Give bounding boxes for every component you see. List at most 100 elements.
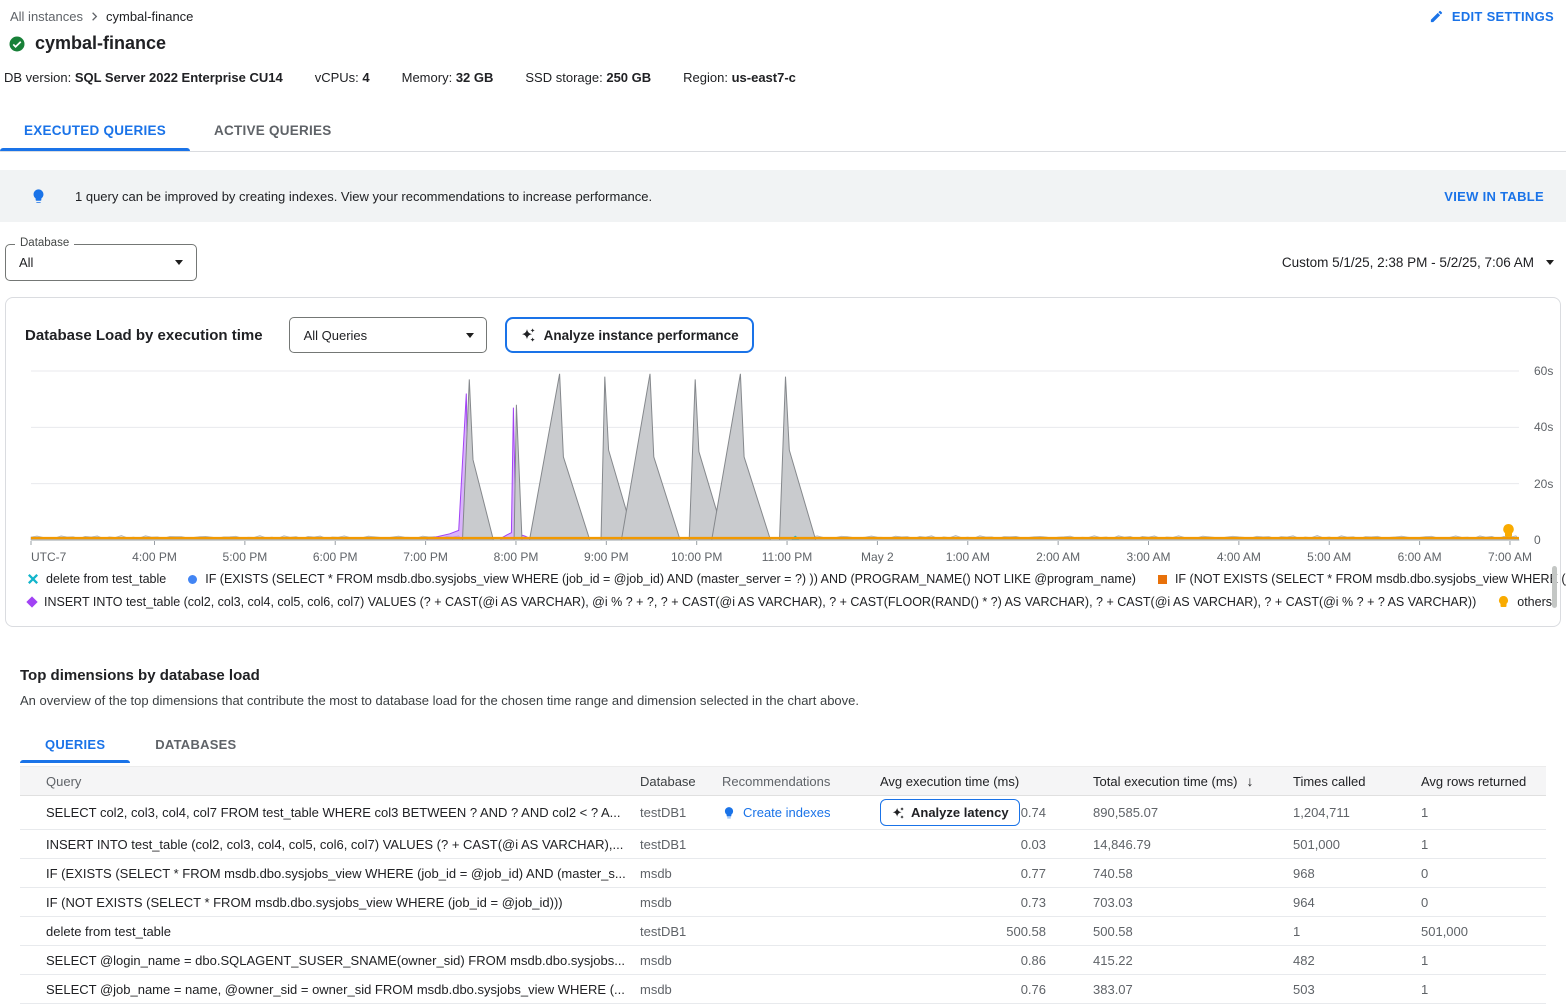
legend-item-delete[interactable]: delete from test_table — [28, 572, 166, 586]
col-query[interactable]: Query — [20, 774, 640, 789]
x-tick-label: 5:00 AM — [1307, 550, 1351, 564]
tab-queries[interactable]: QUERIES — [20, 728, 130, 763]
x-tick-label: 4:00 AM — [1217, 550, 1261, 564]
avg-ms-value: 0.74 — [1021, 805, 1046, 820]
table-row[interactable]: SELECT @job_name = name, @owner_sid = ow… — [20, 975, 1546, 1004]
x-tick-label: 6:00 AM — [1398, 550, 1442, 564]
x-tick-label: 5:00 PM — [223, 550, 268, 564]
info-db-version: DB version: SQL Server 2022 Enterprise C… — [4, 70, 283, 85]
query-filter-value: All Queries — [304, 328, 368, 343]
breadcrumb-all-instances[interactable]: All instances — [10, 9, 83, 24]
chart-region: 60s40s20s0 — [31, 370, 1519, 548]
instance-info-row: DB version: SQL Server 2022 Enterprise C… — [0, 54, 1566, 85]
x-tick-label: 10:00 PM — [671, 550, 722, 564]
x-tick-label: 11:00 PM — [762, 550, 812, 564]
y-tick-label: 60s — [1534, 364, 1553, 378]
lightbulb-icon — [30, 188, 47, 205]
x-tick-label: 4:00 PM — [132, 550, 177, 564]
tab-executed-queries[interactable]: EXECUTED QUERIES — [0, 109, 190, 151]
square-marker-icon — [1158, 575, 1167, 584]
main-tabs: EXECUTED QUERIES ACTIVE QUERIES — [0, 109, 1566, 152]
info-region: Region: us-east7-c — [683, 70, 796, 85]
legend-item-if-not-exists[interactable]: IF (NOT EXISTS (SELECT * FROM msdb.dbo.s… — [1158, 572, 1566, 586]
info-memory: Memory: 32 GB — [402, 70, 494, 85]
sort-descending-icon[interactable]: ↓ — [1247, 773, 1254, 789]
title-row: cymbal-finance — [0, 24, 1566, 54]
tab-active-queries[interactable]: ACTIVE QUERIES — [190, 109, 356, 151]
database-select[interactable]: Database All — [5, 244, 197, 281]
database-load-chart[interactable] — [31, 370, 1519, 548]
y-axis-labels: 60s40s20s0 — [1528, 370, 1566, 548]
queries-table: Query Database Recommendations Avg execu… — [20, 766, 1546, 1004]
page-title: cymbal-finance — [35, 33, 166, 54]
chart-legend: delete from test_table IF (EXISTS (SELEC… — [28, 572, 1560, 609]
chevron-right-icon — [87, 9, 102, 24]
info-vcpus: vCPUs: 4 — [315, 70, 370, 85]
analyze-instance-performance-label: Analyze instance performance — [544, 328, 739, 343]
chevron-down-icon — [1546, 260, 1554, 265]
table-row[interactable]: delete from test_table testDB1 500.58 50… — [20, 917, 1546, 946]
query-filter-select[interactable]: All Queries — [289, 317, 487, 353]
database-load-card: Database Load by execution time All Quer… — [5, 297, 1561, 627]
legend-row-1: delete from test_table IF (EXISTS (SELEC… — [28, 572, 1560, 586]
edit-settings-button[interactable]: EDIT SETTINGS — [1429, 9, 1554, 24]
legend-item-others[interactable]: others — [1498, 595, 1552, 609]
view-in-table-link[interactable]: VIEW IN TABLE — [1444, 189, 1544, 204]
col-times-called[interactable]: Times called — [1293, 774, 1421, 789]
col-avg-rows-returned[interactable]: Avg rows returned — [1421, 774, 1546, 789]
recommendation-marker-bulb-icon[interactable] — [1502, 524, 1515, 541]
table-header: Query Database Recommendations Avg execu… — [20, 766, 1546, 796]
create-indexes-link[interactable]: Create indexes — [743, 805, 830, 820]
table-row[interactable]: IF (NOT EXISTS (SELECT * FROM msdb.dbo.s… — [20, 888, 1546, 917]
database-select-label: Database — [15, 237, 74, 249]
time-range-value: Custom 5/1/25, 2:38 PM - 5/2/25, 7:06 AM — [1282, 255, 1534, 270]
chart-title: Database Load by execution time — [25, 327, 263, 344]
col-database[interactable]: Database — [640, 774, 722, 789]
recommendation-banner: 1 query can be improved by creating inde… — [0, 170, 1566, 222]
top-dimensions-section: Top dimensions by database load An overv… — [20, 667, 1566, 1004]
gemini-spark-icon — [520, 327, 536, 343]
x-tick-label: 8:00 PM — [494, 550, 539, 564]
legend-item-if-exists[interactable]: IF (EXISTS (SELECT * FROM msdb.dbo.sysjo… — [188, 572, 1136, 586]
table-row[interactable]: SELECT col2, col3, col4, col7 FROM test_… — [20, 796, 1546, 830]
x-tick-label: UTC-7 — [31, 550, 66, 564]
chevron-down-icon — [175, 260, 183, 265]
time-range-selector[interactable]: Custom 5/1/25, 2:38 PM - 5/2/25, 7:06 AM — [1282, 255, 1554, 270]
x-marker-icon — [28, 574, 38, 584]
x-tick-label: 7:00 PM — [403, 550, 448, 564]
col-total-execution-time[interactable]: Total execution time (ms) ↓ — [1048, 773, 1293, 789]
legend-row-2: INSERT INTO test_table (col2, col3, col4… — [28, 595, 1560, 609]
top-dimensions-subtitle: An overview of the top dimensions that c… — [20, 693, 1566, 708]
tab-databases[interactable]: DATABASES — [130, 728, 261, 763]
x-tick-label: May 2 — [861, 550, 894, 564]
table-row[interactable]: IF (EXISTS (SELECT * FROM msdb.dbo.sysjo… — [20, 859, 1546, 888]
x-tick-label: 7:00 AM — [1488, 550, 1532, 564]
x-tick-label: 6:00 PM — [313, 550, 358, 564]
edit-settings-label: EDIT SETTINGS — [1452, 9, 1554, 24]
x-axis-labels: UTC-7 4:00 PM 5:00 PM 6:00 PM 7:00 PM 8:00 PM… — [31, 548, 1519, 565]
info-ssd-storage: SSD storage: 250 GB — [525, 70, 651, 85]
diamond-marker-icon — [26, 596, 37, 607]
analyze-instance-performance-button[interactable]: Analyze instance performance — [505, 317, 754, 353]
col-avg-execution-time[interactable]: Avg execution time (ms) — [880, 774, 1048, 789]
database-select-value: All — [19, 255, 33, 270]
lightbulb-icon — [722, 806, 736, 820]
x-tick-label: 2:00 AM — [1036, 550, 1080, 564]
y-tick-label: 0 — [1534, 533, 1541, 547]
filter-row: Database All Custom 5/1/25, 2:38 PM - 5/… — [0, 244, 1566, 281]
table-row[interactable]: INSERT INTO test_table (col2, col3, col4… — [20, 830, 1546, 859]
top-bar: All instances cymbal-finance EDIT SETTIN… — [0, 0, 1566, 24]
pencil-icon — [1429, 9, 1444, 24]
analyze-latency-button[interactable]: Analyze latency — [880, 799, 1020, 826]
table-row[interactable]: SELECT @login_name = dbo.SQLAGENT_SUSER_… — [20, 946, 1546, 975]
x-tick-label: 3:00 AM — [1126, 550, 1170, 564]
col-recommendations[interactable]: Recommendations — [722, 774, 880, 789]
circle-marker-icon — [188, 575, 197, 584]
legend-scrollbar[interactable] — [1552, 566, 1557, 608]
dimension-tabs: QUERIES DATABASES — [20, 728, 1566, 763]
y-tick-label: 20s — [1534, 477, 1553, 491]
legend-item-insert[interactable]: INSERT INTO test_table (col2, col3, col4… — [28, 595, 1476, 609]
status-healthy-icon — [8, 35, 26, 53]
analyze-latency-label: Analyze latency — [911, 805, 1009, 820]
x-tick-label: 1:00 AM — [946, 550, 990, 564]
